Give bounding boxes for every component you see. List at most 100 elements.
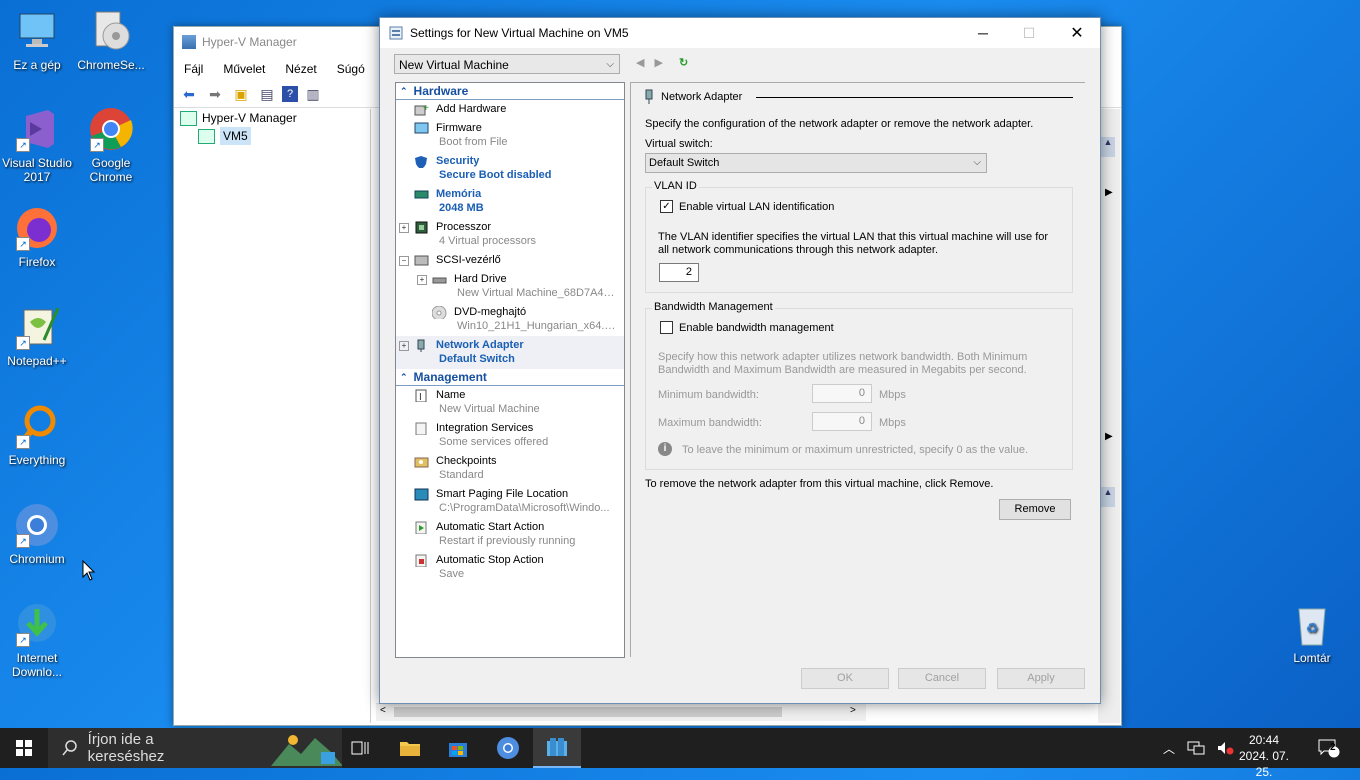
- tree-item-automatic-stop[interactable]: Automatic Stop Action Save: [396, 551, 624, 584]
- tree-item-firmware[interactable]: Firmware Boot from File: [396, 119, 624, 152]
- file-explorer-button[interactable]: [386, 728, 434, 768]
- remove-button[interactable]: Remove: [999, 499, 1071, 520]
- collapse-up-icon-2[interactable]: ▲: [1101, 487, 1115, 507]
- notification-count: 2: [1330, 742, 1336, 753]
- forward-arrow-icon[interactable]: ➡: [204, 84, 226, 104]
- tree-item-memory[interactable]: Memória 2048 MB: [396, 185, 624, 218]
- add-hardware-icon: +: [414, 103, 429, 116]
- task-view-button[interactable]: [336, 728, 384, 768]
- shield-icon: [415, 156, 427, 168]
- section-hardware-header[interactable]: ⌃ Hardware: [396, 83, 624, 100]
- tree-item-network-adapter[interactable]: + Network Adapter Default Switch: [396, 336, 624, 369]
- horizontal-scrollbar[interactable]: < >: [376, 703, 866, 721]
- desktop-icon-everything[interactable]: ↗ Everything: [0, 403, 74, 467]
- desktop-icon-internet-download-manager[interactable]: ↗ Internet Downlo...: [0, 601, 74, 679]
- vlan-checkbox[interactable]: ✓ Enable virtual LAN identification: [660, 200, 834, 213]
- desktop-icon-notepadpp[interactable]: ↗ Notepad++: [0, 304, 74, 368]
- dialog-title-bar[interactable]: Settings for New Virtual Machine on VM5 …: [380, 18, 1100, 48]
- up-folder-icon[interactable]: ▣: [230, 84, 252, 104]
- desktop-icon-label: Firefox: [18, 255, 56, 269]
- help-icon[interactable]: ?: [282, 86, 298, 102]
- magnifier-icon: ↗: [14, 403, 60, 449]
- previous-arrow-icon[interactable]: ◀: [636, 56, 644, 69]
- max-bandwidth-input[interactable]: 0: [812, 412, 872, 431]
- collapse-minus-icon[interactable]: −: [399, 256, 409, 266]
- start-button[interactable]: [0, 728, 48, 768]
- expand-plus-icon[interactable]: +: [399, 341, 409, 351]
- desktop-icon-visual-studio[interactable]: ↗ Visual Studio 2017: [0, 106, 74, 184]
- ok-button[interactable]: OK: [801, 668, 889, 689]
- tree-item-processor[interactable]: + Processzor 4 Virtual processors: [396, 218, 624, 251]
- taskbar-search-box[interactable]: Írjon ide a kereséshez: [48, 728, 342, 768]
- hyperv-app-icon: [182, 35, 196, 49]
- double-chevron-up-icon: ⌃: [400, 86, 408, 96]
- back-arrow-icon[interactable]: ⬅: [178, 84, 200, 104]
- close-button[interactable]: ✕: [1054, 18, 1100, 48]
- tree-root[interactable]: Hyper-V Manager: [174, 109, 370, 127]
- virtual-switch-dropdown[interactable]: Default Switch ⌵: [645, 153, 987, 173]
- action-pane-icon[interactable]: ▥: [302, 84, 324, 104]
- tree-item-vm5[interactable]: VM5: [174, 127, 370, 145]
- task-view-icon: [351, 741, 369, 755]
- chromium-icon: ↗: [14, 502, 60, 548]
- desktop-icon-google-chrome[interactable]: ↗ Google Chrome: [74, 106, 148, 184]
- show-hide-tree-icon[interactable]: ▤: [256, 84, 278, 104]
- chromium-taskbar-button[interactable]: [484, 728, 532, 768]
- shortcut-arrow-icon: ↗: [16, 534, 30, 548]
- expand-right-icon-2[interactable]: ▶: [1105, 431, 1113, 442]
- folder-icon: [400, 742, 420, 756]
- section-management-header[interactable]: ⌃ Management: [396, 369, 624, 386]
- clock-time: 20:44: [1248, 733, 1280, 747]
- scroll-thumb[interactable]: [394, 707, 782, 717]
- panel-heading: Network Adapter: [643, 89, 1073, 105]
- shortcut-arrow-icon: ↗: [16, 138, 30, 152]
- desktop-icon-this-pc[interactable]: Ez a gép: [0, 8, 74, 72]
- menu-file[interactable]: Fájl: [184, 62, 203, 76]
- bandwidth-checkbox[interactable]: Enable bandwidth management: [660, 321, 834, 334]
- next-arrow-icon[interactable]: ▶: [654, 56, 662, 69]
- tree-item-checkpoints[interactable]: Checkpoints Standard: [396, 452, 624, 485]
- store-button[interactable]: [434, 728, 482, 768]
- expand-right-icon[interactable]: ▶: [1105, 187, 1113, 198]
- chevron-up-icon[interactable]: ︿: [1163, 740, 1175, 757]
- tree-item-name[interactable]: I Name New Virtual Machine: [396, 386, 624, 419]
- taskbar-clock[interactable]: 20:44 2024. 07. 25.: [1232, 732, 1296, 780]
- vm-selector-dropdown[interactable]: New Virtual Machine ⌵: [394, 54, 620, 74]
- desktop-icon-chromesetup[interactable]: ChromeSe...: [74, 8, 148, 72]
- hyperv-actions-scroll[interactable]: ▲ ▶ ▶ ▲: [1098, 109, 1120, 723]
- shortcut-arrow-icon: ↗: [16, 237, 30, 251]
- tree-item-smart-paging[interactable]: Smart Paging File Location C:\ProgramDat…: [396, 485, 624, 518]
- network-icon[interactable]: [1187, 741, 1205, 755]
- mouse-cursor-icon: [82, 560, 96, 581]
- tree-item-integration-services[interactable]: Integration Services Some services offer…: [396, 419, 624, 452]
- tree-item-scsi-controller[interactable]: − SCSI-vezérlő: [396, 251, 624, 270]
- vlan-id-input[interactable]: 2: [659, 263, 699, 282]
- menu-action[interactable]: Művelet: [223, 62, 265, 76]
- tree-item-automatic-start[interactable]: Automatic Start Action Restart if previo…: [396, 518, 624, 551]
- desktop-icon-recycle-bin[interactable]: ♻ Lomtár: [1275, 601, 1349, 665]
- expand-plus-icon[interactable]: +: [399, 223, 409, 233]
- collapse-up-icon[interactable]: ▲: [1101, 137, 1115, 157]
- tree-item-dvd-drive[interactable]: DVD-meghajtó Win10_21H1_Hungarian_x64.is…: [396, 303, 624, 336]
- scroll-right-icon[interactable]: >: [850, 705, 856, 716]
- hyperv-taskbar-button[interactable]: [533, 728, 581, 768]
- settings-dialog[interactable]: Settings for New Virtual Machine on VM5 …: [379, 17, 1101, 704]
- min-bandwidth-input[interactable]: 0: [812, 384, 872, 403]
- tree-item-hard-drive[interactable]: + Hard Drive New Virtual Machine_68D7A47…: [396, 270, 624, 303]
- expand-plus-icon[interactable]: +: [417, 275, 427, 285]
- installer-icon: [88, 8, 134, 54]
- menu-view[interactable]: Nézet: [285, 62, 316, 76]
- notification-center-button[interactable]: 2: [1318, 728, 1340, 768]
- menu-help[interactable]: Súgó: [337, 62, 365, 76]
- refresh-icon[interactable]: ↻: [679, 56, 688, 69]
- desktop-icon-firefox[interactable]: ↗ Firefox: [0, 205, 74, 269]
- tree-item-security[interactable]: Security Secure Boot disabled: [396, 152, 624, 185]
- cancel-button[interactable]: Cancel: [898, 668, 986, 689]
- tree-item-add-hardware[interactable]: + Add Hardware: [396, 100, 624, 119]
- apply-button[interactable]: Apply: [997, 668, 1085, 689]
- minimize-button[interactable]: ─: [960, 18, 1006, 48]
- desktop-icon-chromium[interactable]: ↗ Chromium: [0, 502, 74, 566]
- double-chevron-up-icon: ⌃: [400, 372, 408, 382]
- scroll-left-icon[interactable]: <: [380, 705, 386, 716]
- checkbox-checked-icon: ✓: [660, 200, 673, 213]
